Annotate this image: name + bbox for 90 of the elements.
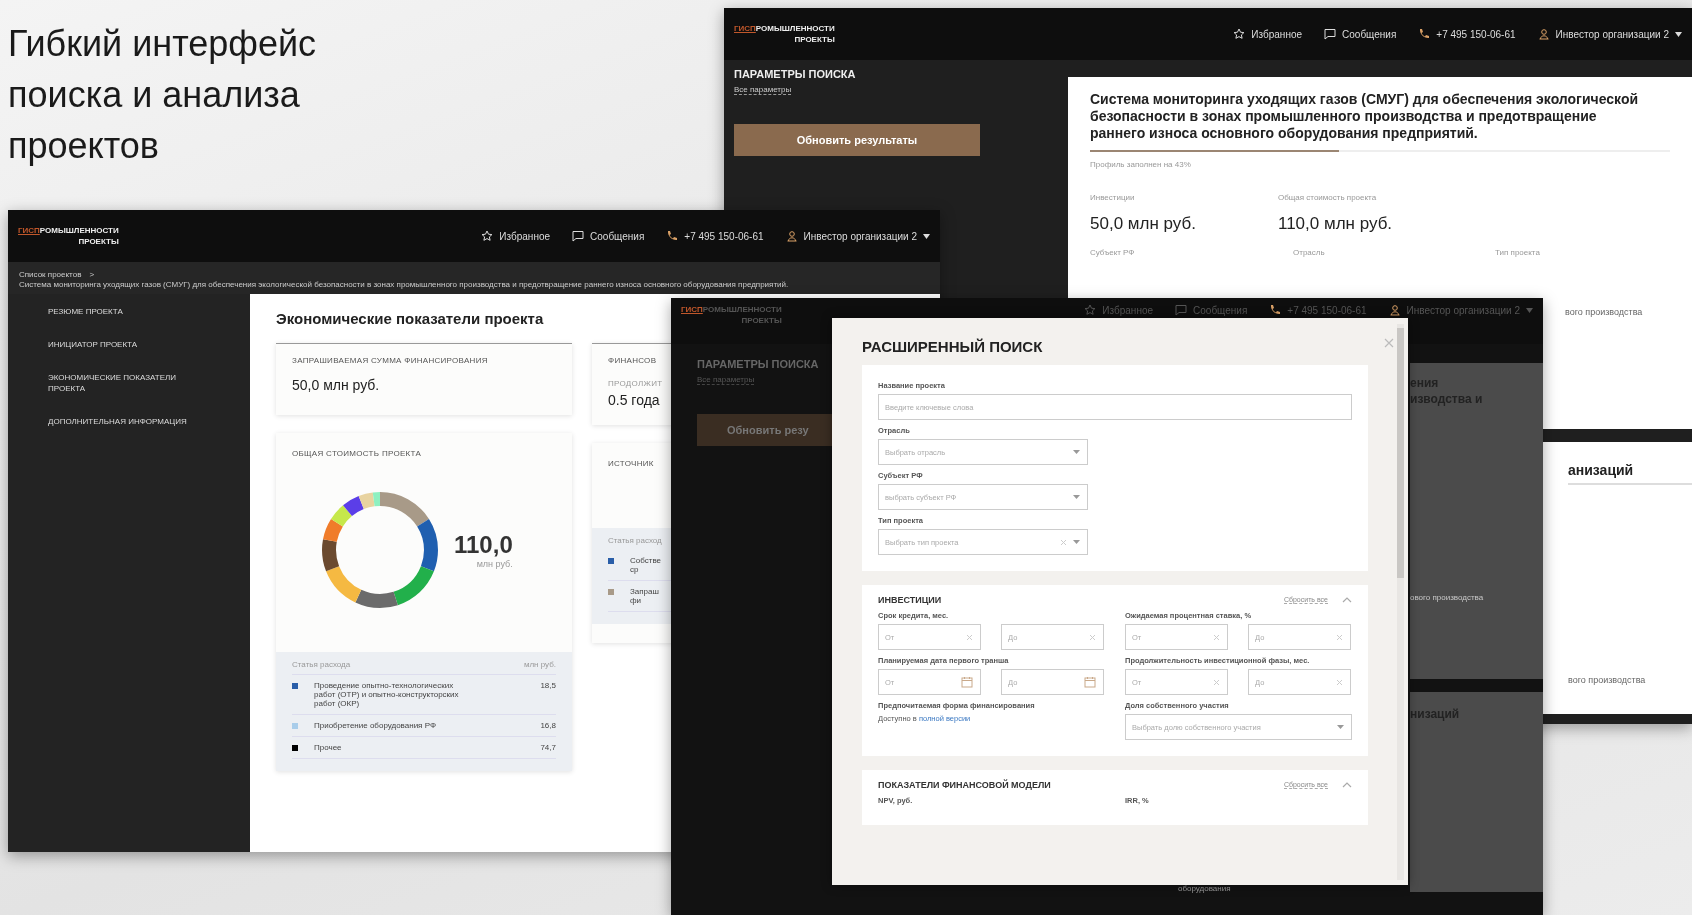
section-heading: анизаций	[1568, 462, 1692, 485]
star-icon	[481, 230, 494, 242]
clear-icon[interactable]	[1060, 538, 1067, 546]
section-title: ИНВЕСТИЦИИ	[878, 595, 942, 605]
slide-title: Гибкий интерфейс поиска и анализа проектов	[8, 22, 318, 168]
field-value: вого производства	[1568, 675, 1647, 685]
sidebar-item[interactable]: ИНИЦИАТОР ПРОЕКТА	[48, 339, 198, 350]
card-text: оборудования	[1178, 884, 1231, 893]
sidebar-item[interactable]: РЕЗЮМЕ ПРОЕКТА	[48, 306, 198, 317]
caret-icon	[1526, 307, 1533, 313]
nav-link[interactable]: +7 495 150-06-61	[1418, 28, 1516, 40]
project-title: Система мониторинга уходящих газов (СМУГ) для обеспечения экологической безопасности в зонах промышленного производства и предотвращение раннего износа основного оборудования предприятий.	[1090, 91, 1640, 142]
card-label: ЗАПРАШИВАЕМАЯ СУММА ФИНАНСИРОВАНИЯ	[292, 356, 489, 365]
nav-link[interactable]: Избранное	[481, 230, 551, 242]
user-icon	[1388, 304, 1401, 316]
legend-label: Запраш фи	[630, 587, 660, 605]
field-label: Отрасль	[1293, 248, 1326, 257]
field-value: вого производства	[1565, 307, 1644, 317]
section-title: ПОКАЗАТЕЛИ ФИНАНСОВОЙ МОДЕЛИ	[878, 780, 1051, 790]
update-results-button[interactable]: Обновить результаты	[734, 124, 980, 156]
panel-title: ПАРАМЕТРЫ ПОИСКА	[734, 68, 857, 80]
card-text: ового производства	[1410, 593, 1485, 602]
column-header: млн руб.	[523, 660, 556, 669]
legend-value: 74,7	[540, 743, 556, 752]
clear-icon[interactable]	[1213, 678, 1220, 686]
phone-icon	[1418, 28, 1431, 40]
clear-icon[interactable]	[1089, 633, 1096, 641]
panel-title: ПАРАМЕТРЫ ПОИСКА	[697, 358, 820, 370]
sidebar-item[interactable]: ДОПОЛНИТЕЛЬНАЯ ИНФОРМАЦИЯ	[48, 416, 198, 427]
chevron-icon[interactable]	[1342, 782, 1352, 788]
logo[interactable]: ГИСПРОМЫШЛЕННОСТИ ПРОЕКТЫ	[18, 225, 119, 247]
column-header: Статья расхода	[292, 660, 351, 669]
profile-status: Профиль заполнен на 43%	[1090, 160, 1192, 169]
star-icon	[1084, 304, 1097, 316]
chevron-icon[interactable]	[1342, 597, 1352, 603]
card-value: 50,0 млн руб.	[292, 377, 381, 393]
nav-link[interactable]: +7 495 150-06-61	[666, 230, 764, 242]
clear-icon[interactable]	[1336, 633, 1343, 641]
caret-icon	[1675, 31, 1682, 37]
field-value: 110,0 млн руб.	[1277, 214, 1393, 234]
calendar-icon[interactable]	[1084, 676, 1096, 688]
field-value: 50,0 млн руб.	[1090, 214, 1196, 234]
legend-label: Прочее	[314, 743, 343, 752]
section-title: Экономические показатели проекта	[276, 310, 544, 327]
nav-link[interactable]: Инвестор организации 2	[1537, 28, 1682, 40]
user-icon	[1537, 28, 1550, 40]
caret-icon	[1073, 540, 1080, 544]
project-title: Система мониторинга уходящих газов (СМУГ) для обеспечения экологической безопасности в зонах промышленного производства и предотвращение раннего износа основного оборудования предприятий.	[19, 280, 790, 290]
phone-icon	[666, 230, 679, 242]
user-icon	[785, 230, 798, 242]
legend-label: Приобретение оборудования РФ	[314, 721, 437, 730]
nav-link[interactable]: Сообщения	[572, 230, 645, 242]
dialog-title: РАСШИРЕННЫЙ ПОИСК	[862, 338, 1043, 355]
all-parameters-link[interactable]: Все параметры	[734, 85, 792, 95]
logo[interactable]: ГИСПРОМЫШЛЕННОСТИ ПРОЕКТЫ	[681, 304, 782, 326]
scrollbar[interactable]	[1397, 324, 1404, 880]
clear-icon[interactable]	[1213, 633, 1220, 641]
caret-icon	[923, 233, 930, 239]
column-header: Статья расход	[608, 536, 663, 547]
calendar-icon[interactable]	[961, 676, 973, 688]
caret-icon	[1073, 450, 1080, 454]
legend-value: 18,5	[540, 681, 556, 692]
message-icon	[1175, 304, 1188, 316]
clear-icon[interactable]	[1336, 678, 1343, 686]
legend-value: 16,8	[540, 721, 556, 730]
field-label: Тип проекта	[1495, 248, 1541, 257]
nav-link[interactable]: Инвестор организации 2	[785, 230, 930, 242]
sidebar-item[interactable]: ЭКОНОМИЧЕСКИЕ ПОКАЗАТЕЛИ ПРОЕКТА	[48, 372, 198, 394]
nav-link[interactable]: Сообщения	[1324, 28, 1397, 40]
card-value: 0.5 года	[608, 392, 661, 408]
message-icon	[1324, 28, 1337, 40]
total-value: 110,0	[454, 531, 513, 559]
message-icon	[572, 230, 585, 242]
caret-icon	[1073, 495, 1080, 499]
field-label: Инвестиции	[1090, 193, 1136, 202]
breadcrumb-separator: >	[89, 270, 95, 280]
breadcrumb-link[interactable]: Список проектов	[19, 270, 82, 280]
total-unit: млн руб.	[475, 559, 513, 569]
field-label: Субъект РФ	[1090, 248, 1136, 257]
legend-label: Собстве ср	[630, 556, 662, 574]
logo[interactable]: ГИСПРОМЫШЛЕННОСТИ ПРОЕКТЫ	[734, 23, 835, 45]
card-label: ОБЩАЯ СТОИМОСТЬ ПРОЕКТА	[291, 448, 423, 458]
card-label: ИСТОЧНИК	[607, 458, 655, 468]
close-icon[interactable]	[1384, 338, 1394, 348]
nav-link[interactable]: Избранное	[1233, 28, 1303, 40]
clear-icon[interactable]	[966, 633, 973, 641]
phone-icon	[1269, 304, 1282, 316]
field-label: Общая стоимость проекта	[1277, 193, 1378, 202]
star-icon	[1233, 28, 1246, 40]
legend-label: Проведение опытно-технологических работ (ОТР) и опытно-конструкторских работ (ОКР)	[314, 681, 460, 708]
